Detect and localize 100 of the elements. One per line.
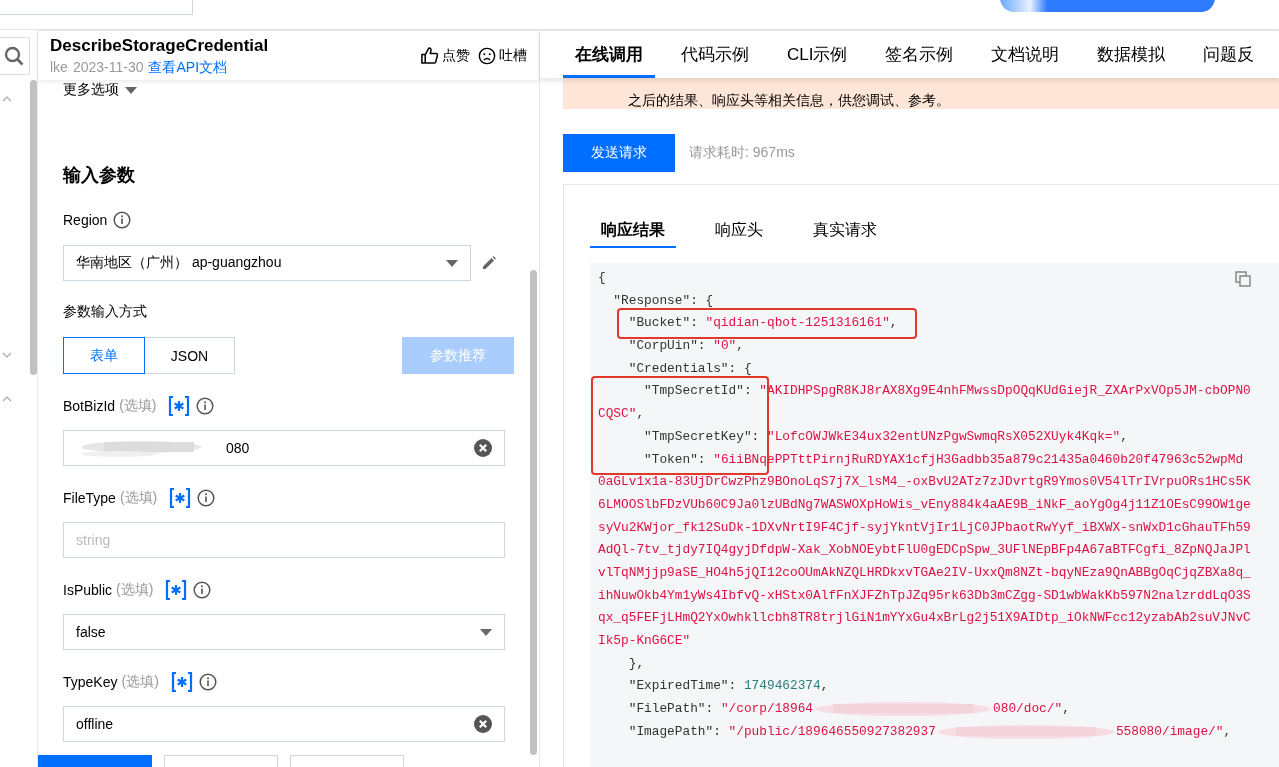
info-icon[interactable] — [193, 581, 212, 599]
json-punctuation: { — [598, 269, 606, 287]
info-icon[interactable] — [196, 397, 215, 415]
clear-icon[interactable] — [474, 439, 492, 457]
json-key: "TmpSecretId" — [598, 380, 744, 404]
json-key: "Credentials" — [598, 357, 729, 381]
edit-icon[interactable] — [481, 255, 497, 271]
json-key: "ImagePath" — [598, 720, 714, 744]
api-doc-link[interactable]: 查看API文档 — [148, 58, 228, 76]
json-string: syVu2KWjor_fk12SuDk-1DXvNrtI9F4Cjf-syjYkntVjIr1LjC0JPbaotRwYyf_iBXWX-snWxD1cGhauTFh59 — [598, 518, 1251, 537]
asterisk-bracket-icon[interactable] — [168, 396, 191, 416]
tab[interactable]: 问题反 — [1191, 31, 1267, 78]
json-key: "Token" — [598, 448, 698, 472]
json-punctuation: : — [697, 337, 707, 356]
chevron-up-icon[interactable] — [2, 396, 12, 402]
json-punctuation: : — [728, 677, 738, 696]
chevron-down-icon[interactable] — [2, 352, 12, 358]
tab[interactable]: CLI示例 — [775, 31, 860, 78]
asterisk-bracket-icon[interactable] — [165, 580, 188, 600]
field-label: Region — [63, 212, 108, 228]
json-key: "Response" — [598, 289, 691, 313]
json-punctuation: : { — [728, 359, 752, 378]
info-icon[interactable] — [113, 211, 132, 229]
elapsed-time: 请求耗时: 967ms — [689, 144, 795, 162]
optional-hint: (选填) — [119, 397, 157, 415]
chevron-up-icon[interactable] — [2, 96, 12, 102]
json-string: "/public/189646550927382937 — [728, 722, 936, 741]
json-string: ihNuwOkb4Ym1yWs4IbfvQ-xHStx0AlfFnXJFZhTpJZq95rk63Db3mCZgg-SD1wbWakKb597N2nalzrddLqO3S — [598, 586, 1251, 605]
input-field[interactable]: offline — [63, 706, 505, 742]
json-key: "FilePath" — [598, 698, 706, 721]
json-string: AdQl-7tv_tjdy7IQ4gyjDfdpW-Xak_XobNOEybtFlU0gEDCpSpw_3UFlNEpBFp4A67aBTFCgfi_8ZpNQJaJPl — [598, 541, 1251, 560]
response-tab[interactable]: 响应头 — [704, 214, 774, 248]
json-key: "CorpUin" — [598, 335, 698, 358]
json-key: "ExpiredTime" — [598, 675, 729, 699]
caret-icon — [125, 86, 137, 94]
json-punctuation: , — [636, 405, 645, 424]
send-request-button[interactable]: 发送请求 — [563, 134, 675, 172]
select-field[interactable]: false — [63, 614, 505, 650]
search-button[interactable] — [0, 37, 30, 75]
json-string: "qidian-qbot-1251316161" — [705, 314, 890, 333]
asterisk-bracket-icon[interactable] — [169, 488, 192, 508]
scrollbar[interactable] — [530, 270, 537, 755]
field-label: 参数输入方式 — [63, 303, 147, 321]
json-string: "/corp/18964 — [720, 700, 814, 719]
tab[interactable]: 签名示例 — [873, 31, 966, 78]
json-punctuation: : — [705, 700, 715, 719]
json-string: vlTqNMjjp9aSE_HO4h5jQI12coOUmAkNZQLHRDkxvTGAe2IV-UxxQm8NZt-bqyNEza9QnABBgOqCjqZBXa8q_ — [598, 563, 1251, 582]
notice-text: 之后的结果、响应头等相关信息，供您调试、参考。 — [563, 78, 1279, 109]
clear-icon[interactable] — [474, 715, 492, 733]
json-punctuation: : — [751, 427, 761, 446]
info-icon[interactable] — [198, 673, 217, 691]
optional-hint: (选填) — [121, 673, 159, 691]
mode-tab[interactable]: 表单 — [63, 337, 145, 374]
caret-icon — [480, 628, 492, 636]
mode-tab[interactable]: JSON — [144, 337, 235, 374]
field-label: TypeKey — [63, 674, 118, 690]
json-string: "0" — [713, 337, 737, 356]
more-options-toggle[interactable]: 更多选项 — [63, 81, 137, 99]
sad-face-icon — [478, 46, 496, 65]
field-label: FileType — [63, 490, 116, 506]
json-punctuation: , — [820, 677, 829, 696]
json-punctuation: , — [889, 314, 898, 333]
json-punctuation: : — [690, 314, 699, 333]
thumbs-up-icon — [420, 46, 439, 65]
json-punctuation: : — [713, 722, 722, 741]
asterisk-bracket-icon[interactable] — [170, 672, 193, 692]
json-string: CQSC" — [598, 405, 637, 424]
input-field[interactable]: 080 — [63, 430, 505, 466]
scrollbar[interactable] — [30, 80, 37, 375]
json-punctuation: , — [1120, 427, 1128, 446]
response-tab[interactable]: 真实请求 — [802, 214, 888, 248]
info-icon[interactable] — [197, 489, 216, 507]
json-key: "Bucket" — [598, 312, 691, 336]
json-punctuation: : { — [690, 291, 714, 310]
caret-icon — [446, 259, 458, 267]
json-punctuation: , — [1223, 722, 1232, 741]
tab[interactable]: 数据模拟 — [1085, 31, 1178, 78]
json-string: qx_q5FEFjLHmQ2YxOwhkllcbh8TR8trjlGiN1mYYxGu4xBrLg2j51X9AIDtp_iOkNWFcc12yzabAb2suVJNvC — [598, 609, 1251, 628]
optional-hint: (选填) — [119, 489, 158, 507]
api-date: 2023-11-30 — [72, 58, 144, 76]
search-icon — [3, 46, 24, 66]
json-string: "LofcOWJWkE34ux32entUNzPgwSwmqRsX052XUyk4Kqk=" — [766, 427, 1121, 446]
dislike-button[interactable]: 吐槽 — [478, 46, 527, 65]
json-punctuation: , — [736, 337, 744, 356]
response-tab[interactable]: 响应结果 — [590, 214, 676, 248]
region-select[interactable]: 华南地区（广州） ap-guangzhou — [63, 245, 471, 281]
optional-hint: (选填) — [116, 581, 154, 599]
section-title: 输入参数 — [63, 164, 136, 187]
json-punctuation: }, — [627, 654, 645, 673]
copy-icon[interactable] — [1235, 271, 1251, 287]
json-punctuation: : — [697, 450, 707, 469]
json-punctuation: , — [1062, 700, 1070, 719]
tab[interactable]: 文档说明 — [979, 31, 1072, 78]
json-key: "TmpSecretKey" — [598, 425, 752, 449]
json-string: 558080/image/" — [1115, 722, 1224, 741]
json-string: 0aGLv1x1a-83UjDrCwzPhz9BOnoLqS7j7X_lsM4_-oxBvU2ATz7zJDvrtgR9Ymos0V54lTrIVrpuORs1HCs5K — [598, 473, 1251, 492]
api-title: DescribeStorageCredential — [50, 35, 270, 57]
json-string: 6LMOOSlbFDzVUb60C9Ja0lzUBdNg7WASWOXpHoWis_vEny884k4aAE9B_iNkF_aoYgOg4j11Z1OEsC99OW1ge — [598, 495, 1251, 514]
like-button[interactable]: 点赞 — [420, 46, 470, 65]
tab[interactable]: 代码示例 — [669, 31, 761, 78]
